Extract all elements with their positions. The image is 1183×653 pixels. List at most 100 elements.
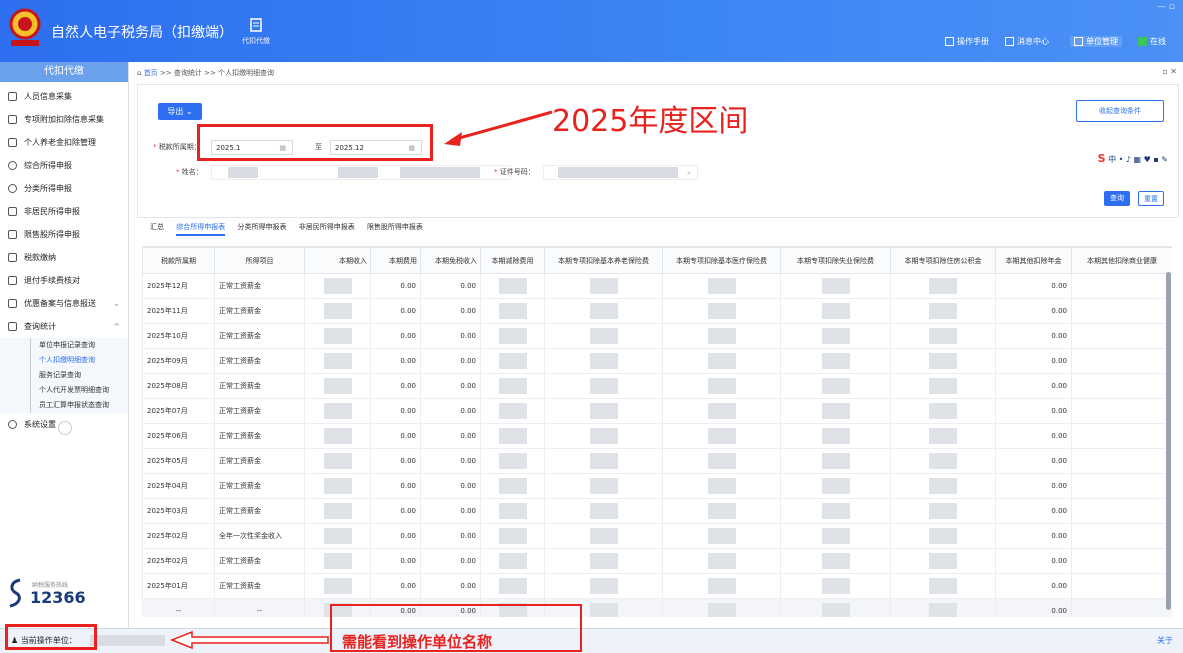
sidebar-item-pension[interactable]: 个人养老金扣除管理 — [0, 131, 128, 154]
sidebar-item-restricted-stock[interactable]: 限售股所得申报 — [0, 223, 128, 246]
table-row[interactable]: 2025年08月 正常工资薪金 0.00 0.00 0.00 — [142, 373, 1172, 399]
column-header[interactable]: 本期收入 — [304, 247, 371, 274]
column-header[interactable]: 本期专项扣除住房公积金 — [890, 247, 996, 274]
sidebar-item-special-deduction[interactable]: 专项附加扣除信息采集 — [0, 108, 128, 131]
list-icon — [8, 115, 17, 124]
sidebar-item-preferential[interactable]: 优惠备案与信息报送 ⌄ — [0, 292, 128, 315]
reset-button[interactable]: 重置 — [1138, 191, 1164, 206]
vertical-scrollbar[interactable] — [1166, 272, 1171, 610]
redaction-block — [323, 553, 352, 569]
table-row[interactable]: 2025年05月 正常工资薪金 0.00 0.00 0.00 — [142, 448, 1172, 474]
sidebar-collapse-button[interactable] — [58, 421, 72, 435]
sidebar-item-classified[interactable]: 分类所得申报 — [0, 177, 128, 200]
redacted-cell — [304, 373, 371, 399]
redacted-cell — [544, 273, 663, 299]
table-cell: 正常工资薪金 — [214, 373, 305, 399]
table-row[interactable]: 2025年04月 正常工资薪金 0.00 0.00 0.00 — [142, 473, 1172, 499]
table-row[interactable]: 2025年03月 正常工资薪金 0.00 0.00 0.00 — [142, 498, 1172, 524]
redacted-name — [338, 167, 378, 178]
redacted-cell — [480, 398, 545, 424]
tab-nonresident[interactable]: 非居民所得申报表 — [299, 223, 355, 231]
export-button[interactable]: 导出 ⌄ — [158, 103, 202, 120]
doc-icon — [8, 138, 17, 147]
table-cell: 0.00 — [995, 448, 1072, 474]
redacted-cell — [890, 398, 996, 424]
table-row[interactable]: 2025年02月 全年一次性奖金收入 0.00 0.00 0.00 — [142, 523, 1172, 549]
ime-toolbar[interactable]: S 中 • ♪ ▦ ♥ ▪ ✎ — [1098, 152, 1168, 165]
table-row[interactable]: 2025年02月 正常工资薪金 0.00 0.00 0.00 — [142, 548, 1172, 574]
redaction-block — [821, 403, 850, 419]
column-header[interactable]: 本期专项扣除基本医疗保险费 — [662, 247, 781, 274]
redaction-block — [929, 478, 957, 494]
column-header[interactable]: 所得项目 — [214, 247, 305, 274]
subnav-personal-details[interactable]: 个人扣缴明细查询 — [30, 353, 128, 368]
column-header[interactable]: 本期专项扣除基本养老保险费 — [544, 247, 663, 274]
table-cell: 0.00 — [370, 448, 421, 474]
table-cell: 0.00 — [995, 573, 1072, 599]
table-row[interactable]: 2025年07月 正常工资薪金 0.00 0.00 0.00 — [142, 398, 1172, 424]
search-button[interactable]: 查询 — [1104, 191, 1130, 206]
message-center-link[interactable]: 消息中心 — [1005, 36, 1049, 47]
sidebar-item-payment[interactable]: 税款缴纳 — [0, 246, 128, 269]
table-cell: 0.00 — [995, 473, 1072, 499]
agency-menu[interactable]: 代扣代缴 — [236, 18, 276, 46]
subnav-invoice-details[interactable]: 个人代开发票明细查询 — [30, 383, 128, 398]
column-header[interactable]: 本期免税收入 — [420, 247, 481, 274]
column-header[interactable]: 本期减除费用 — [480, 247, 545, 274]
subnav-employee-status[interactable]: 员工汇算申报状态查询 — [30, 398, 128, 413]
window-controls[interactable]: — ▫ — [1157, 2, 1175, 12]
collapse-query-button[interactable]: 收起查询条件 — [1076, 100, 1164, 122]
redacted-cell — [780, 573, 891, 599]
table-cell: 2025年05月 — [142, 448, 215, 474]
column-header[interactable]: 本期费用 — [370, 247, 421, 274]
table-cell: 0.00 — [420, 373, 481, 399]
table-cell: 正常工资薪金 — [214, 398, 305, 424]
redaction-block — [707, 378, 736, 394]
table-cell: -- — [214, 598, 305, 617]
redaction-block — [821, 278, 850, 294]
online-status[interactable]: 在线 — [1138, 36, 1166, 47]
name-label: * 姓名： — [176, 168, 203, 176]
table-row[interactable]: 2025年01月 正常工资薪金 0.00 0.00 0.00 — [142, 573, 1172, 599]
table-total-row[interactable]: -- -- 0.00 0.00 0.00 — [142, 598, 1172, 617]
table-cell: 0.00 — [995, 273, 1072, 299]
tab-controls[interactable]: ▫ ✕ — [1162, 67, 1177, 76]
tab-summary[interactable]: 汇总 — [150, 223, 164, 231]
chart-icon — [8, 230, 17, 239]
column-header[interactable]: 税款所属期 — [142, 247, 215, 274]
table-row[interactable]: 2025年09月 正常工资薪金 0.00 0.00 0.00 — [142, 348, 1172, 374]
table-row[interactable]: 2025年11月 正常工资薪金 0.00 0.00 0.00 — [142, 298, 1172, 324]
subnav-service-records[interactable]: 服务记录查询 — [30, 368, 128, 383]
redacted-cell — [780, 473, 891, 499]
redacted-cell — [544, 548, 663, 574]
table-row[interactable]: 2025年06月 正常工资薪金 0.00 0.00 0.00 — [142, 423, 1172, 449]
operator-highlight-box — [5, 624, 97, 650]
tab-restricted-stock[interactable]: 限售股所得申报表 — [367, 223, 423, 231]
tab-comprehensive[interactable]: 综合所得申报表 — [176, 223, 226, 236]
unit-management-link[interactable]: 单位管理 — [1070, 36, 1122, 47]
annotation-arrow-icon — [444, 110, 553, 146]
sidebar-item-comprehensive[interactable]: 综合所得申报 — [0, 154, 128, 177]
sidebar-item-personnel[interactable]: 人员信息采集 — [0, 85, 128, 108]
redacted-cell — [304, 498, 371, 524]
table-row[interactable]: 2025年10月 正常工资薪金 0.00 0.00 0.00 — [142, 323, 1172, 349]
sidebar-item-refund[interactable]: 退付手续费核对 — [0, 269, 128, 292]
manual-link[interactable]: 操作手册 — [945, 36, 989, 47]
column-header[interactable]: 本期其他扣除商业健康 — [1071, 247, 1172, 274]
breadcrumb-home[interactable]: 首页 — [144, 69, 158, 77]
column-header[interactable]: 本期专项扣除失业保险费 — [780, 247, 891, 274]
table-cell: -- — [142, 598, 215, 617]
unit-annotation: 需能看到操作单位名称 — [342, 633, 493, 651]
redacted-cell — [890, 323, 996, 349]
redacted-cell — [662, 573, 781, 599]
about-link[interactable]: 关于 — [1157, 635, 1173, 646]
sidebar-item-query[interactable]: 查询统计 ^ — [0, 315, 128, 338]
breadcrumb: ⌂ 首页 >> 查询统计 >> 个人扣缴明细查询 — [137, 68, 274, 78]
column-header[interactable]: 本期其他扣除年金 — [995, 247, 1072, 274]
redaction-block — [589, 303, 618, 319]
sidebar-item-nonresident[interactable]: 非居民所得申报 — [0, 200, 128, 223]
tab-classified[interactable]: 分类所得申报表 — [237, 223, 286, 231]
redaction-block — [707, 528, 736, 544]
subnav-unit-records[interactable]: 单位申报记录查询 — [30, 338, 128, 353]
table-row[interactable]: 2025年12月 正常工资薪金 0.00 0.00 0.00 — [142, 273, 1172, 299]
